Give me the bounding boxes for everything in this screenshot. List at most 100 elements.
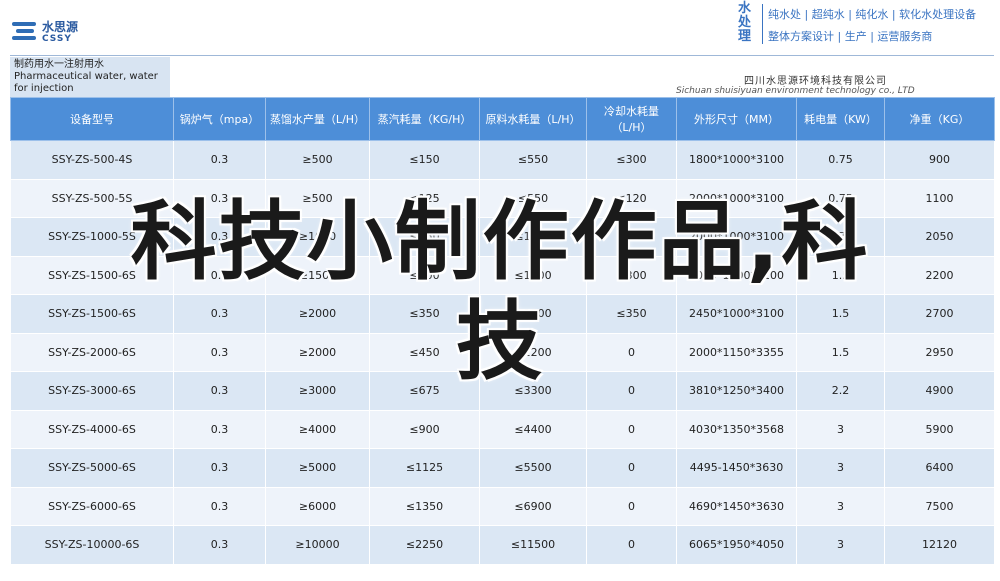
table-cell: ≥4000 (265, 409, 370, 449)
table-cell: 0.3 (173, 178, 266, 218)
table-cell: 0 (586, 486, 677, 526)
table-cell: SSY-ZS-500-4S (10, 140, 174, 180)
table-cell: SSY-ZS-1500-6S (10, 255, 174, 295)
table-cell: 2050 (884, 217, 995, 257)
table-cell: 2.2 (796, 371, 885, 411)
table-cell: ≤300 (586, 255, 677, 295)
table-cell: ≤4400 (479, 409, 587, 449)
table-cell: ≥5000 (265, 448, 370, 488)
water-logo-icon (12, 20, 38, 44)
table-cell: ≤450 (369, 332, 480, 372)
table-cell: SSY-ZS-3000-6S (10, 371, 174, 411)
table-cell: ≥1000 (265, 217, 370, 257)
table-cell: ≤2200 (479, 332, 587, 372)
table-cell: ≤250 (369, 217, 480, 257)
table-cell: 2450*1000*3100 (676, 294, 797, 334)
brand-line-1: 纯水处 | 超纯水 | 纯化水 | 软化水处理设备 (768, 8, 977, 21)
table-cell: ≥3000 (265, 371, 370, 411)
table-cell: SSY-ZS-6000-6S (10, 486, 174, 526)
table-title-cn: 制药用水一注射用水 (14, 59, 104, 70)
table-cell: SSY-ZS-500-5S (10, 178, 174, 218)
table-row: SSY-ZS-5000-6S 0.3 ≥5000 ≤1125 ≤5500 0 4495-14… (10, 448, 995, 488)
table-cell: 0 (586, 371, 677, 411)
brand-line-2: 整体方案设计 | 生产 | 运营服务商 (768, 30, 933, 43)
table-row: SSY-ZS-3000-6S 0.3 ≥3000 ≤675 ≤3300 0 3810*125… (10, 371, 995, 411)
table-title: 制药用水一注射用水 Pharmaceutical water, water fo… (10, 57, 170, 97)
table-cell: ≤1600 (479, 255, 587, 295)
table-cell: ≤1100 (479, 217, 587, 257)
table-cell: 0.75 (796, 140, 885, 180)
table-cell: 0.3 (173, 217, 266, 257)
table-cell: SSY-ZS-1000-5S (10, 217, 174, 257)
table-cell: SSY-ZS-4000-6S (10, 409, 174, 449)
table-cell: ≤11500 (479, 525, 587, 565)
table-cell: ≥2000 (265, 294, 370, 334)
table-cell: ≥10000 (265, 525, 370, 565)
table-cell: ≤350 (369, 294, 480, 334)
table-cell: 4030*1350*3568 (676, 409, 797, 449)
table-cell: 3 (796, 448, 885, 488)
table-cell: 5900 (884, 409, 995, 449)
table-cell: 0.3 (173, 371, 266, 411)
table-row: SSY-ZS-4000-6S 0.3 ≥4000 ≤900 ≤4400 0 4030*135… (10, 409, 995, 449)
table-row: SSY-ZS-1500-6S 0.3 ≥2000 ≤350 ≤2200 ≤350 2450*… (10, 294, 995, 334)
table-cell: 0.3 (173, 525, 266, 565)
table-cell: ≤150 (369, 140, 480, 180)
table-title-en: Pharmaceutical water, water for injectio… (14, 71, 158, 94)
table-cell: 3810*1250*3400 (676, 371, 797, 411)
table-cell: 2000*1000*3100 (676, 178, 797, 218)
table-cell: ≥1500 (265, 255, 370, 295)
column-header: 冷却水耗量（L/H） (586, 97, 677, 141)
column-header: 设备型号 (10, 97, 174, 141)
table-cell: ≤550 (479, 140, 587, 180)
column-header: 耗电量（KW） (796, 97, 885, 141)
table-cell: 2200 (884, 255, 995, 295)
table-cell: 3 (796, 486, 885, 526)
table-cell: 3 (796, 525, 885, 565)
table-cell: ≥500 (265, 178, 370, 218)
table-cell: 2950 (884, 332, 995, 372)
table-cell: 1.5 (796, 332, 885, 372)
table-cell: ≥6000 (265, 486, 370, 526)
table-cell: ≤120 (586, 178, 677, 218)
spec-table: 设备型号 锅炉气（mpa） 蒸馏水产量（L/H） 蒸汽耗量（KG/H） 原料水耗量（L/… (10, 97, 995, 565)
table-cell: SSY-ZS-10000-6S (10, 525, 174, 565)
table-row: SSY-ZS-1000-5S 0.3 ≥1000 ≤250 ≤1100 ≤240 2000*… (10, 217, 995, 257)
table-cell: 1100 (884, 178, 995, 218)
table-cell: ≤2250 (369, 525, 480, 565)
table-cell: ≥500 (265, 140, 370, 180)
column-header: 原料水耗量（L/H） (479, 97, 587, 141)
table-cell: 0.3 (173, 332, 266, 372)
table-cell: 0.3 (173, 294, 266, 334)
table-cell: SSY-ZS-5000-6S (10, 448, 174, 488)
table-cell: ≤1125 (369, 448, 480, 488)
table-cell: ≤125 (369, 178, 480, 218)
company-logo: 水思源 CSSY (12, 16, 102, 50)
table-cell: 4690*1450*3630 (676, 486, 797, 526)
table-cell: ≤300 (369, 255, 480, 295)
table-cell: 0 (586, 409, 677, 449)
table-cell: ≤240 (586, 217, 677, 257)
brand-slogan: 水处理 纯水处 | 超纯水 | 纯化水 | 软化水处理设备 整体方案设计 | 生… (736, 0, 998, 48)
table-cell: 2000*1000*3100 (676, 255, 797, 295)
column-header: 外形尺寸（MM） (676, 97, 797, 141)
table-row: SSY-ZS-10000-6S 0.3 ≥10000 ≤2250 ≤11500 0 6065… (10, 525, 995, 565)
table-row: SSY-ZS-500-5S 0.3 ≥500 ≤125 ≤550 ≤120 2000*100… (10, 178, 995, 218)
company-name-cn: 四川水思源环境科技有限公司 (744, 76, 887, 87)
table-cell: ≤5500 (479, 448, 587, 488)
table-cell: 0.75 (796, 217, 885, 257)
table-cell: 2000*1150*3355 (676, 332, 797, 372)
header-divider (10, 55, 994, 56)
table-cell: ≤6900 (479, 486, 587, 526)
table-cell: 7500 (884, 486, 995, 526)
column-header: 净重（KG） (884, 97, 995, 141)
table-cell: 0 (586, 525, 677, 565)
table-cell: 4495-1450*3630 (676, 448, 797, 488)
table-row: SSY-ZS-2000-6S 0.3 ≥2000 ≤450 ≤2200 0 2000*115… (10, 332, 995, 372)
table-cell: 0.3 (173, 409, 266, 449)
company-name-en: Sichuan shuisiyuan environment technolog… (676, 86, 915, 96)
table-cell: 4900 (884, 371, 995, 411)
logo-en-text: CSSY (42, 34, 72, 44)
column-header: 蒸馏水产量（L/H） (265, 97, 370, 141)
table-cell: ≤350 (586, 294, 677, 334)
